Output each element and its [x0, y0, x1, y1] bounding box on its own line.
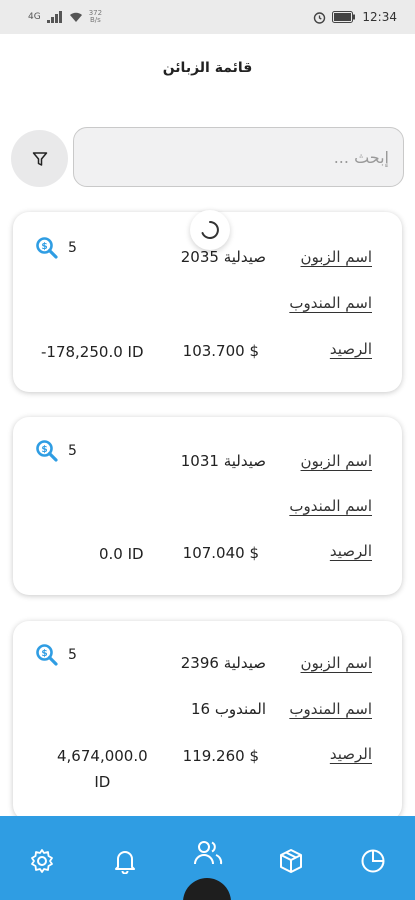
- search-icon[interactable]: $: [35, 643, 59, 667]
- customer-card[interactable]: اسم الزبون صيدلية 2396 $ 5 اسم المندوب ا…: [13, 621, 402, 821]
- customer-name-value: صيدلية 1031: [180, 452, 266, 470]
- speed-unit: B/s: [89, 16, 101, 24]
- rep-name-label: اسم المندوب: [289, 294, 372, 312]
- bell-icon: [115, 851, 135, 874]
- alarm-icon: [314, 11, 326, 24]
- nav-customers[interactable]: [193, 838, 223, 868]
- network-label: 4G: [28, 12, 41, 22]
- item-count: 5: [68, 240, 77, 256]
- battery-icon: [332, 11, 356, 23]
- balance-iqd-currency: ID: [94, 773, 111, 791]
- search-icon[interactable]: $: [35, 439, 59, 463]
- customer-name-label: اسم الزبون: [300, 452, 372, 470]
- wifi-icon: [69, 12, 82, 22]
- box-icon: [280, 849, 302, 873]
- nav-products[interactable]: [276, 846, 306, 876]
- balance-iqd: -178,250.0 ID: [41, 343, 144, 361]
- customer-name-label: اسم الزبون: [300, 248, 372, 266]
- customer-name-value: صيدلية 2035: [180, 248, 266, 266]
- page-title: قائمة الزبائن: [162, 60, 253, 76]
- customer-card[interactable]: اسم الزبون صيدلية 1031 $ 5 اسم المندوب ا…: [13, 417, 402, 595]
- spinner-icon: [201, 221, 219, 239]
- balance-usd: 103.700 $: [182, 342, 259, 360]
- status-bar: 4G 372 B/s 12:34: [0, 0, 415, 34]
- balance-label: الرصيد: [329, 340, 372, 358]
- network-speed: 372 B/s: [89, 10, 102, 24]
- filter-icon: [32, 151, 47, 166]
- search-icon[interactable]: $: [35, 236, 59, 260]
- loading-spinner: [190, 210, 230, 250]
- nav-settings[interactable]: [27, 846, 57, 876]
- pie-chart-icon: [361, 849, 385, 873]
- search-placeholder: إبحث ...: [333, 147, 389, 167]
- search-input[interactable]: إبحث ...: [73, 127, 404, 187]
- filter-button[interactable]: [11, 130, 68, 187]
- rep-name-value: المندوب 16: [190, 700, 266, 718]
- status-right: 12:34: [313, 10, 397, 24]
- balance-iqd-amount: 4,674,000.0: [57, 747, 148, 765]
- svg-text:$: $: [41, 242, 47, 252]
- item-count: 5: [68, 443, 77, 459]
- svg-text:$: $: [41, 445, 47, 455]
- item-count: 5: [68, 647, 77, 663]
- balance-label: الرصيد: [329, 542, 372, 560]
- rep-name-label: اسم المندوب: [289, 497, 372, 515]
- settings-icon: [31, 849, 53, 873]
- clock: 12:34: [362, 10, 397, 24]
- rep-name-label: اسم المندوب: [289, 700, 372, 718]
- nav-reports[interactable]: [358, 846, 388, 876]
- customer-name-label: اسم الزبون: [300, 654, 372, 672]
- balance-iqd: 4,674,000.0 ID: [57, 743, 148, 795]
- balance-usd: 119.260 $: [182, 747, 259, 765]
- nav-notifications[interactable]: [110, 846, 140, 876]
- users-icon: [194, 841, 223, 865]
- customer-name-value: صيدلية 2396: [180, 654, 266, 672]
- status-left: 4G 372 B/s: [28, 10, 102, 24]
- balance-iqd: 0.0 ID: [99, 545, 144, 563]
- svg-text:$: $: [41, 649, 47, 659]
- signal-icon: [46, 11, 62, 23]
- balance-label: الرصيد: [329, 745, 372, 763]
- balance-usd: 107.040 $: [182, 544, 259, 562]
